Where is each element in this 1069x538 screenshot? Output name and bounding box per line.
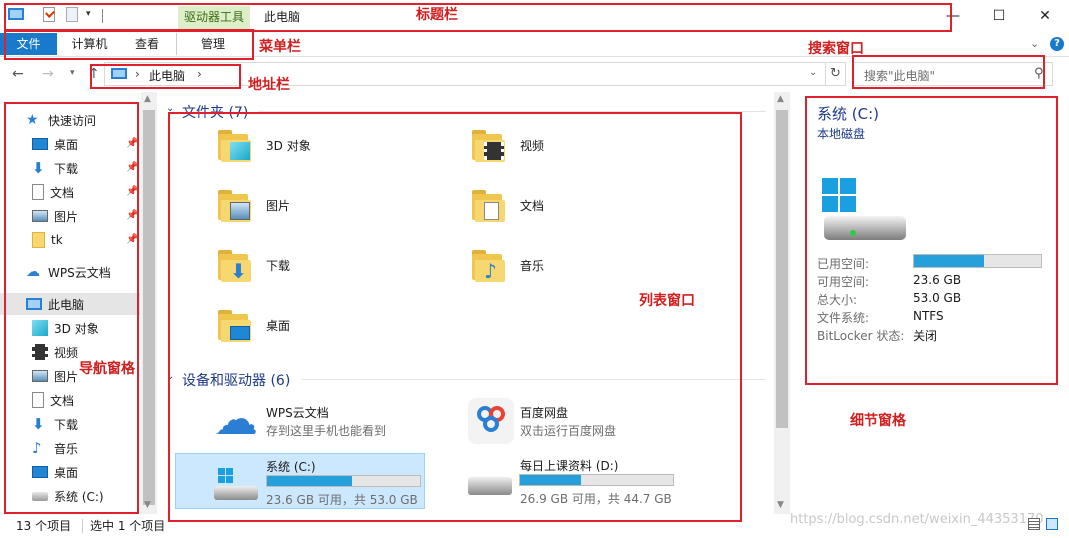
close-button[interactable]: ✕ <box>1022 0 1068 31</box>
annotation-box-title-bar <box>4 3 952 32</box>
help-icon[interactable]: ? <box>1050 37 1064 51</box>
nav-scroll-thumb[interactable] <box>143 110 155 505</box>
annotation-box-menu-bar <box>4 29 254 60</box>
annotation-box-details <box>805 96 1058 385</box>
annotation-box-list <box>168 112 742 522</box>
expand-ribbon-icon[interactable]: ⌄ <box>1030 37 1039 50</box>
status-divider <box>82 519 83 533</box>
content-scroll-down-icon[interactable]: ▼ <box>777 500 784 510</box>
annotation-menu-bar: 菜单栏 <box>259 39 301 55</box>
recent-locations-icon[interactable]: ▾ <box>70 68 75 78</box>
details-view-icon[interactable] <box>1028 518 1040 530</box>
annotation-box-nav <box>4 102 139 514</box>
content-scroll-thumb[interactable] <box>776 110 788 428</box>
address-dropdown-icon[interactable]: ⌄ <box>809 67 817 78</box>
nav-scrollbar[interactable]: ▲ ▼ <box>141 92 157 514</box>
status-item-count: 13 个项目 <box>16 519 72 533</box>
back-arrow-icon[interactable]: ← <box>12 66 24 82</box>
annotation-detail-pane: 细节窗格 <box>850 413 906 429</box>
annotation-address-bar: 地址栏 <box>248 77 290 93</box>
large-icons-view-icon[interactable] <box>1046 518 1058 530</box>
content-scroll-up-icon[interactable]: ▲ <box>777 94 784 104</box>
annotation-nav-pane: 导航窗格 <box>79 361 135 377</box>
status-selected-count: 选中 1 个项目 <box>90 519 166 533</box>
annotation-box-search <box>852 55 1045 89</box>
watermark: https://blog.csdn.net/weixin_44353170 <box>790 512 1044 527</box>
annotation-title-bar: 标题栏 <box>416 7 458 23</box>
maximize-button[interactable]: ☐ <box>976 0 1022 31</box>
content-scrollbar[interactable]: ▲ ▼ <box>774 92 790 514</box>
annotation-list-window: 列表窗口 <box>639 293 695 309</box>
nav-scroll-up-icon[interactable]: ▲ <box>144 94 151 104</box>
refresh-icon[interactable]: ↻ <box>826 62 846 86</box>
forward-arrow-icon[interactable]: → <box>42 66 54 82</box>
nav-scroll-down-icon[interactable]: ▼ <box>144 500 151 510</box>
annotation-box-address <box>90 64 241 89</box>
